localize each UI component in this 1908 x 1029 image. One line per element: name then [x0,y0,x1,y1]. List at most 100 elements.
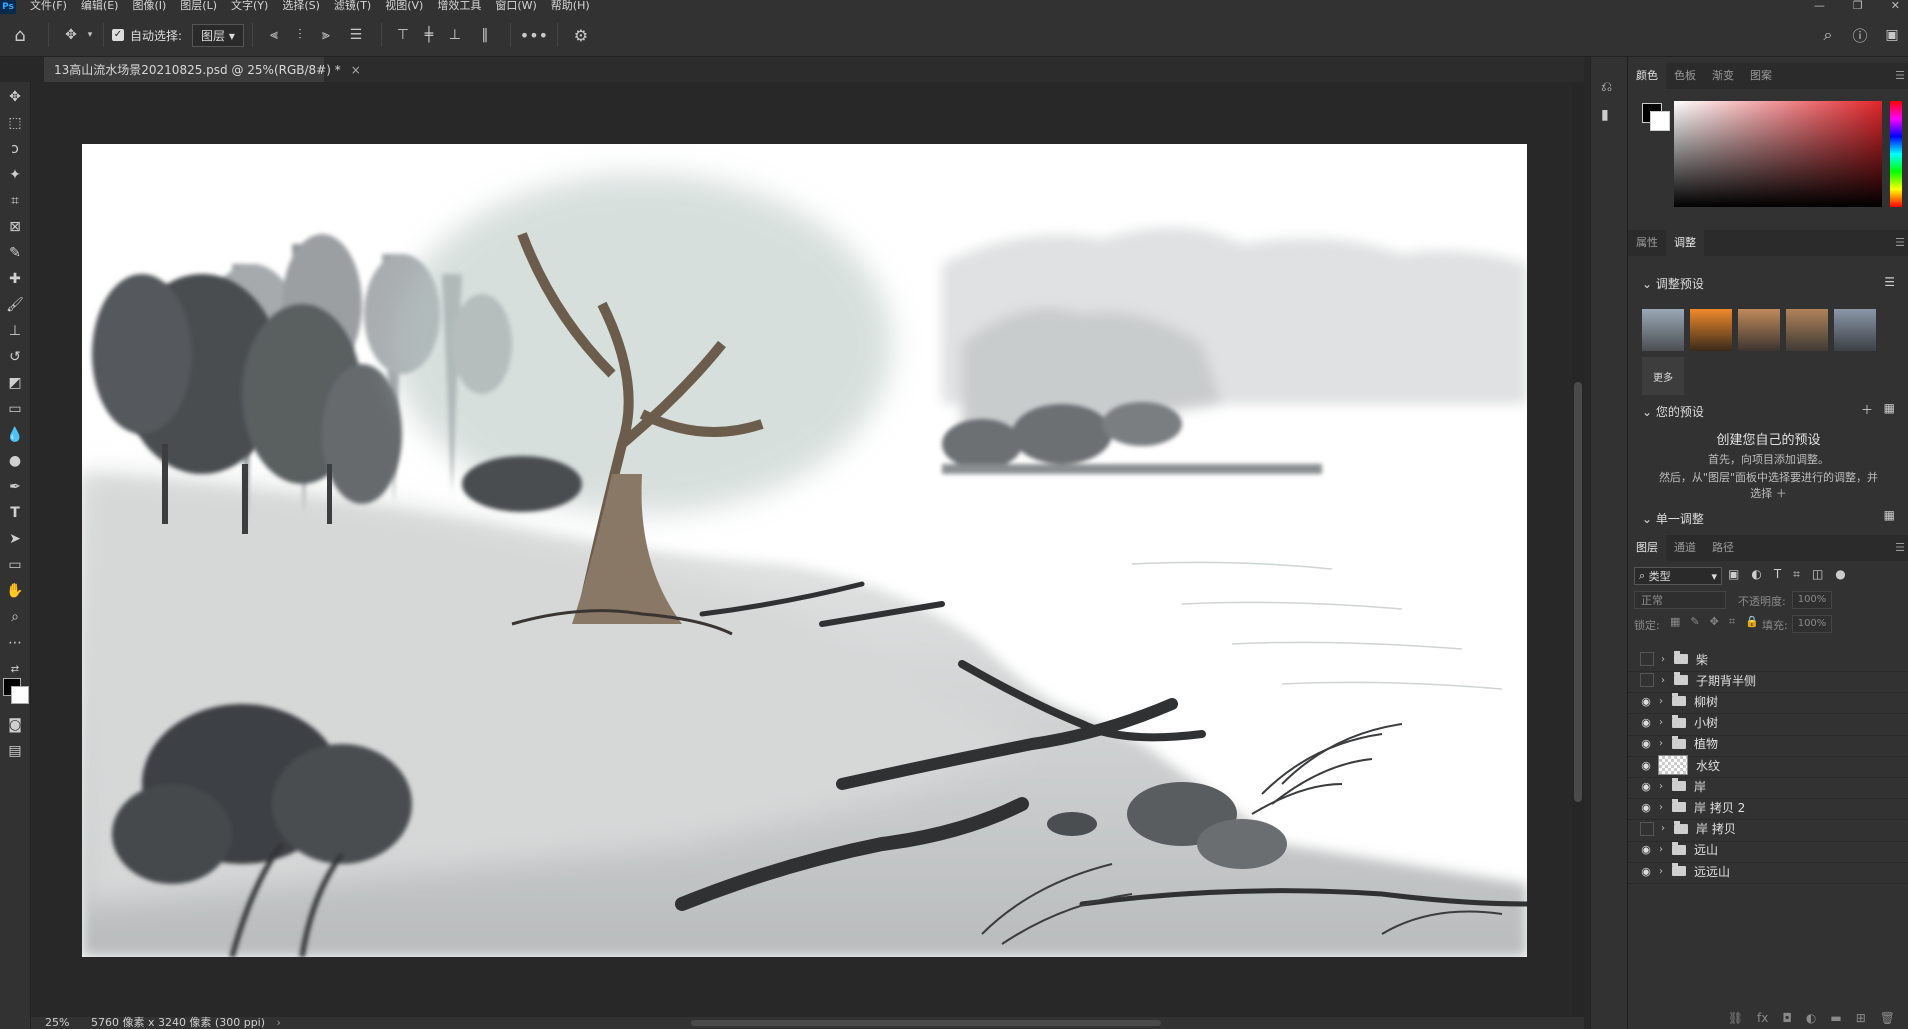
grid-view-icon[interactable]: ▦ [1884,401,1895,415]
chevron-down-icon[interactable]: ▾ [85,30,95,40]
zoom-tool-icon[interactable]: ⌕ [3,606,27,628]
distribute-icon[interactable]: ☰ [339,27,373,43]
visibility-eye-icon[interactable] [1640,673,1654,688]
align-center-icon[interactable]: ⫶ [287,27,313,43]
gradient-tool-icon[interactable]: ▭ [3,398,27,420]
image-filter-icon[interactable]: ▣ [1728,567,1739,582]
chevron-right-icon[interactable]: › [1654,717,1668,728]
adjust-presets-header[interactable]: ⌄ 调整预设 [1642,275,1704,292]
quick-mask-icon[interactable]: ◙ [3,714,27,736]
menu-window[interactable]: 窗口(W) [495,0,536,11]
chevron-right-icon[interactable]: › [1654,802,1668,813]
gear-icon[interactable]: ⚙ [566,26,596,45]
pen-tool-icon[interactable]: ✒ [3,476,27,498]
blend-mode-select[interactable]: 正常 [1634,591,1726,609]
adjustment-filter-icon[interactable]: ◐ [1751,567,1761,582]
preset-thumbnail[interactable] [1834,309,1876,351]
delete-layer-icon[interactable]: 🗑 [1880,1011,1895,1025]
preset-thumbnail[interactable] [1786,309,1828,351]
add-icon[interactable]: ＋ [1861,401,1873,418]
lasso-tool-icon[interactable]: ↄ [3,138,27,160]
restore-icon[interactable]: ❐ [1853,0,1863,11]
more-tools-icon[interactable]: ⋯ [3,632,27,654]
frame-tool-icon[interactable]: ⊠ [3,216,27,238]
tab-channels[interactable]: 通道 [1666,535,1704,561]
panel-menu-icon[interactable]: ☰ [1895,236,1905,249]
hand-tool-icon[interactable]: ✋ [3,580,27,602]
chevron-right-icon[interactable]: › [1656,654,1670,665]
path-selection-tool-icon[interactable]: ➤ [3,528,27,550]
eraser-tool-icon[interactable]: ◩ [3,372,27,394]
more-options-icon[interactable]: ••• [519,26,549,45]
hue-slider[interactable] [1890,101,1902,207]
tab-swatches[interactable]: 色板 [1666,63,1704,89]
visibility-eye-icon[interactable]: ◉ [1638,843,1654,856]
chevron-right-icon[interactable]: › [1654,696,1668,707]
tab-properties[interactable]: 属性 [1628,230,1666,256]
menu-file[interactable]: 文件(F) [30,0,67,11]
crop-tool-icon[interactable]: ⌗ [3,190,27,212]
grid-view-icon[interactable]: ▦ [1884,508,1895,522]
panel-menu-icon[interactable]: ☰ [1895,69,1905,82]
search-icon[interactable]: ⌕ [1812,25,1844,45]
marquee-tool-icon[interactable]: ⬚ [3,112,27,134]
lock-position-icon[interactable]: ✥ [1710,615,1719,629]
list-view-icon[interactable]: ☰ [1884,275,1895,289]
menu-view[interactable]: 视图(V) [385,0,423,11]
home-icon[interactable]: ⌂ [0,25,40,46]
chevron-right-icon[interactable]: › [1654,738,1668,749]
menu-plugins[interactable]: 增效工具 [437,0,481,11]
visibility-eye-icon[interactable]: ◉ [1638,780,1654,793]
history-icon[interactable]: ⎌ [1601,79,1612,95]
layer-style-icon[interactable]: fx [1757,1011,1768,1025]
visibility-eye-icon[interactable]: ◉ [1638,695,1654,708]
add-mask-icon[interactable]: ◘ [1782,1011,1792,1025]
preset-thumbnail[interactable] [1642,309,1684,351]
background-color-swatch[interactable] [1650,111,1670,131]
more-presets-button[interactable]: 更多 [1642,357,1684,395]
move-tool-icon[interactable]: ✥ [3,86,27,108]
comments-icon[interactable]: ▮ [1601,107,1609,123]
preset-thumbnail[interactable] [1738,309,1780,351]
lock-artboard-icon[interactable]: ⌗ [1729,615,1735,629]
tab-patterns[interactable]: 图案 [1742,63,1780,89]
chevron-right-icon[interactable]: › [1656,823,1670,834]
visibility-eye-icon[interactable]: ◉ [1638,865,1654,878]
help-icon[interactable]: ⓘ [1844,25,1876,46]
blur-tool-icon[interactable]: 💧 [3,424,27,446]
tab-layers[interactable]: 图层 [1628,535,1666,561]
tab-gradients[interactable]: 渐变 [1704,63,1742,89]
align-right-icon[interactable]: ⫸ [313,27,339,43]
fill-input[interactable]: 100% [1792,615,1832,633]
close-tab-icon[interactable]: × [351,63,361,77]
screen-mode-icon[interactable]: ▤ [3,740,27,762]
vertical-scrollbar[interactable] [1572,82,1584,1017]
chevron-right-icon[interactable]: › [277,1016,281,1029]
stamp-tool-icon[interactable]: ⊥ [3,320,27,342]
panel-menu-icon[interactable]: ☰ [1895,541,1905,554]
chevron-right-icon[interactable]: › [1654,781,1668,792]
align-left-icon[interactable]: ⫷ [261,27,287,43]
layer-filter-select[interactable]: ⌕ 类型 ▾ [1634,567,1722,585]
chevron-right-icon[interactable]: › [1654,844,1668,855]
lock-transparency-icon[interactable]: ▦ [1670,615,1680,629]
dodge-tool-icon[interactable]: ● [3,450,27,472]
shape-filter-icon[interactable]: ⌗ [1793,567,1800,582]
auto-select-checkbox[interactable]: ✓ [112,29,124,41]
single-adjust-header[interactable]: ⌄ 单一调整 [1642,510,1704,527]
document-canvas[interactable] [82,144,1527,957]
scrollbar-thumb[interactable] [1574,382,1582,802]
lock-all-icon[interactable]: 🔒 [1745,615,1759,629]
document-tab[interactable]: 13高山流水场景20210825.psd @ 25%(RGB/8#) * × [44,57,361,82]
tab-color[interactable]: 颜色 [1628,63,1666,89]
visibility-eye-icon[interactable]: ◉ [1638,759,1654,772]
visibility-eye-icon[interactable] [1640,821,1654,836]
preset-thumbnail[interactable] [1690,309,1732,351]
layer-row[interactable]: ◉ › 远远山 [1628,859,1908,884]
new-adjustment-icon[interactable]: ◐ [1806,1011,1816,1025]
background-color-swatch[interactable] [11,686,29,704]
new-group-icon[interactable]: ▬ [1830,1011,1841,1025]
distribute-vertical-icon[interactable]: ‖ [468,27,502,43]
tab-adjustments[interactable]: 调整 [1666,230,1704,256]
zoom-level[interactable]: 25% [45,1016,69,1029]
